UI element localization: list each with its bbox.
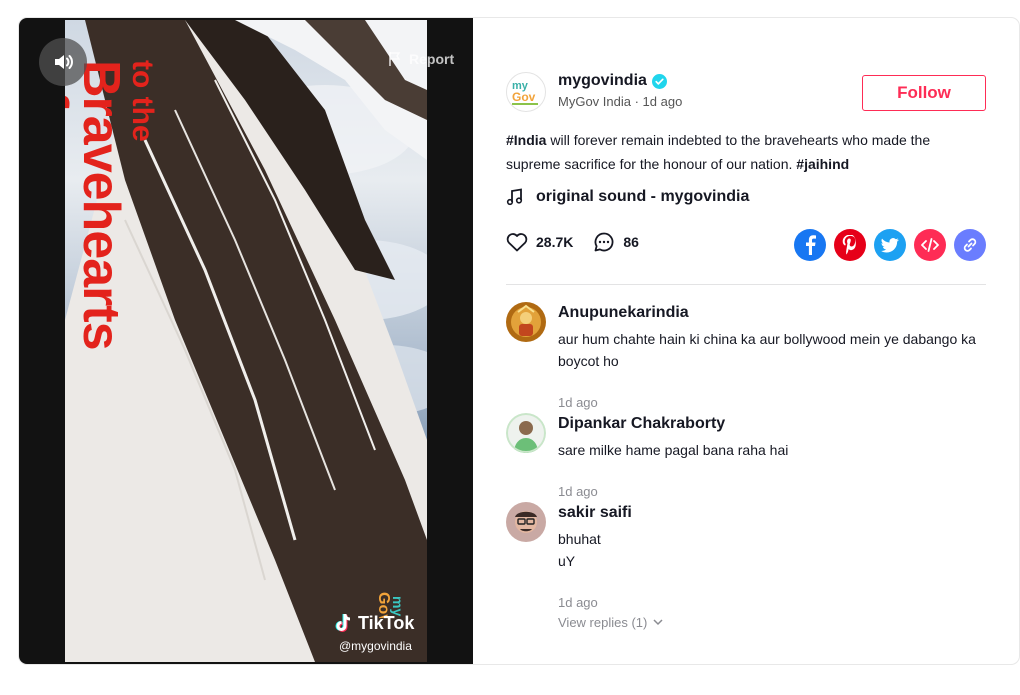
overlay-text-big: Bravehearts of (65, 60, 130, 350)
comment-text-line: uY (558, 553, 576, 569)
music-note-icon (506, 188, 523, 206)
avatar[interactable] (506, 502, 546, 542)
comment-button[interactable]: 86 (593, 231, 639, 253)
report-label: Report (409, 51, 455, 67)
author-username: mygovindia (558, 72, 647, 89)
author-row: my Gov mygovindia MyGov India · 1d ago F… (506, 72, 986, 116)
author-subtitle: MyGov India · 1d ago (558, 94, 682, 109)
comment-count: 86 (623, 234, 639, 250)
comment-time: 1d ago (558, 484, 598, 499)
user-photo-avatar-icon (506, 502, 546, 542)
report-button[interactable]: Report (387, 51, 454, 67)
post-time: 1d ago (642, 94, 683, 109)
author-username-link[interactable]: mygovindia (558, 72, 667, 90)
hashtag-jaihind[interactable]: #jaihind (796, 156, 849, 172)
comment-text: aur hum chahte hain ki china ka aur boll… (558, 331, 976, 369)
comment-text: sare milke hame pagal bana raha hai (558, 442, 789, 458)
tiktok-icon (335, 613, 351, 632)
avatar[interactable] (506, 302, 546, 342)
overlay-text-small: to the (126, 60, 159, 142)
twitter-icon (881, 237, 899, 253)
view-replies-button[interactable]: View replies (1) (558, 615, 663, 630)
heart-icon (506, 233, 528, 252)
share-twitter-button[interactable] (874, 229, 906, 261)
video-overlay-title: to the Bravehearts of (65, 60, 159, 380)
speaker-icon (55, 55, 73, 69)
user-photo-avatar-icon (506, 413, 546, 453)
music-link[interactable]: original sound - mygovindia (506, 188, 749, 206)
hashtag-india[interactable]: #India (506, 132, 546, 148)
separator: · (630, 94, 643, 109)
chevron-down-icon (653, 619, 663, 626)
video-player[interactable]: to the Bravehearts of Report my Gov (19, 18, 473, 664)
like-count: 28.7K (536, 234, 574, 250)
mute-button[interactable] (39, 38, 87, 86)
video-detail-card: to the Bravehearts of Report my Gov (19, 18, 1019, 664)
music-label: original sound - mygovindia (536, 188, 750, 205)
pinterest-icon (842, 235, 856, 255)
video-info-panel: my Gov mygovindia MyGov India · 1d ago F… (473, 18, 1019, 664)
facebook-icon (806, 235, 816, 255)
tiktok-label: TikTok (358, 612, 415, 633)
divider (506, 284, 986, 285)
embed-code-icon (921, 238, 939, 252)
comment-icon (594, 232, 614, 252)
deity-avatar-icon (506, 302, 546, 342)
avatar[interactable] (506, 413, 546, 453)
link-icon (963, 238, 977, 252)
comment-username[interactable]: Dipankar Chakraborty (558, 415, 725, 433)
mygov-logo-icon: my Gov (512, 80, 538, 105)
comment-time: 1d ago (558, 395, 598, 410)
share-buttons (794, 229, 986, 261)
tiktok-watermark: TikTok (334, 612, 414, 634)
comment-time: 1d ago (558, 595, 598, 610)
share-pinterest-button[interactable] (834, 229, 866, 261)
avatar[interactable]: my Gov (506, 72, 546, 112)
video-caption: #India will forever remain indebted to t… (506, 128, 986, 176)
share-facebook-button[interactable] (794, 229, 826, 261)
flag-icon (389, 52, 401, 66)
video-frame: to the Bravehearts of (65, 20, 427, 662)
engagement-stats: 28.7K 86 (506, 231, 639, 253)
view-replies-label: View replies (1) (558, 615, 648, 630)
svg-text:Gov: Gov (512, 90, 536, 104)
comment-username[interactable]: Anupunekarindia (558, 304, 689, 322)
copy-link-button[interactable] (954, 229, 986, 261)
author-display-name: MyGov India (558, 94, 631, 109)
like-button[interactable]: 28.7K (506, 232, 573, 252)
comment-text-line: bhuhat (558, 531, 601, 547)
share-embed-button[interactable] (914, 229, 946, 261)
caption-text: will forever remain indebted to the brav… (506, 132, 931, 172)
tiktok-handle: @mygovindia (339, 639, 412, 653)
follow-button[interactable]: Follow (862, 75, 986, 111)
comment-username[interactable]: sakir saifi (558, 504, 632, 522)
verified-badge-icon (651, 73, 667, 89)
comment-text: bhuhat uY (558, 528, 978, 572)
